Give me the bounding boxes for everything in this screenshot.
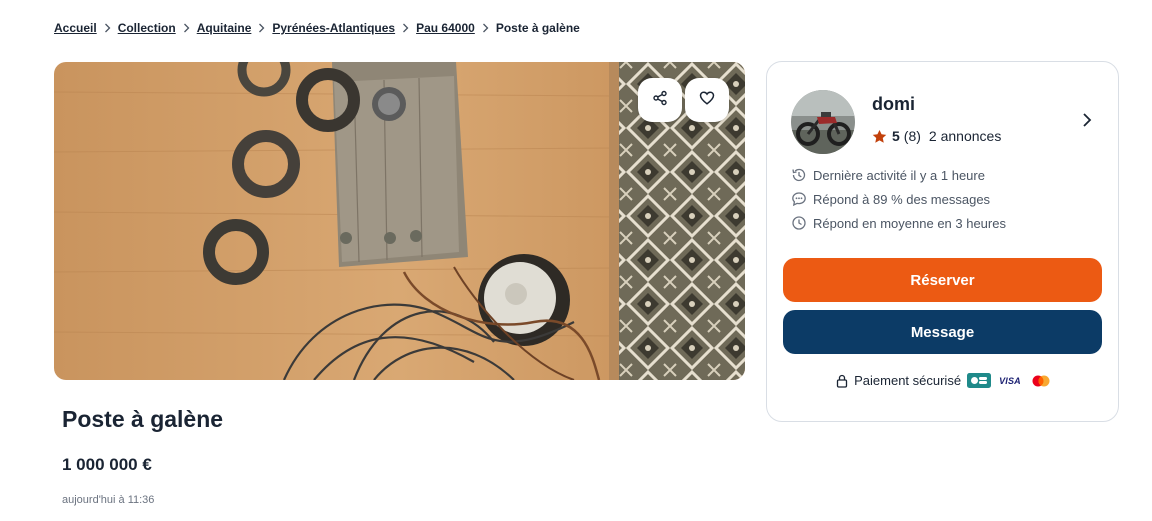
breadcrumb: Accueil Collection Aquitaine Pyrénées-At… — [54, 21, 580, 35]
seller-last-activity: Dernière activité il y a 1 heure — [791, 167, 985, 183]
chevron-right-icon — [1082, 112, 1092, 133]
share-button[interactable] — [638, 78, 682, 122]
chat-bubble-icon — [791, 191, 807, 207]
rating-score: 5 — [892, 128, 900, 144]
star-icon — [872, 129, 887, 144]
last-activity-text: Dernière activité il y a 1 heure — [813, 167, 985, 183]
rating-count: (8) — [903, 128, 921, 144]
favorite-button[interactable] — [685, 78, 729, 122]
listing-date: aujourd'hui à 11:36 — [62, 494, 155, 506]
listing-title: Poste à galène — [62, 406, 224, 432]
breadcrumb-link-department[interactable]: Pyrénées-Atlantiques — [272, 21, 395, 35]
breadcrumb-current: Poste à galène — [495, 21, 580, 35]
chevron-right-icon — [183, 23, 190, 33]
secure-payment-label: Paiement sécurisé — [854, 373, 962, 388]
visa-logo: VISA — [999, 375, 1021, 386]
cb-card-icon — [967, 373, 992, 388]
seller-response-rate: Répond à 89 % des messages — [791, 191, 990, 207]
heart-icon — [699, 90, 715, 111]
chevron-right-icon — [482, 23, 489, 33]
history-icon — [791, 167, 807, 183]
lock-icon — [836, 374, 848, 388]
listing-price: 1 000 000 € — [62, 455, 152, 474]
secure-payment: Paiement sécurisé VISA — [767, 373, 1120, 388]
breadcrumb-link-city[interactable]: Pau 64000 — [416, 21, 475, 35]
seller-name: domi — [872, 94, 915, 114]
seller-rating: 5 (8) 2 annonces — [872, 128, 1001, 144]
chevron-right-icon — [402, 23, 409, 33]
seller-profile-link[interactable]: domi 5 (8) 2 annonces — [791, 90, 1096, 154]
seller-card: domi 5 (8) 2 annonces Dernière activité … — [766, 61, 1119, 422]
response-rate-text: Répond à 89 % des messages — [813, 191, 991, 207]
breadcrumb-link-region[interactable]: Aquitaine — [197, 21, 252, 35]
chevron-right-icon — [258, 23, 265, 33]
breadcrumb-link-category[interactable]: Collection — [118, 21, 176, 35]
breadcrumb-link-home[interactable]: Accueil — [54, 21, 97, 35]
clock-icon — [791, 215, 807, 231]
seller-response-time: Répond en moyenne en 3 heures — [791, 215, 1006, 231]
reserve-button[interactable]: Réserver — [783, 258, 1102, 302]
response-time-text: Répond en moyenne en 3 heures — [813, 215, 1006, 231]
mastercard-icon — [1031, 375, 1051, 387]
listing-photo[interactable] — [54, 62, 745, 380]
seller-listings-count: 2 annonces — [928, 128, 1002, 144]
chevron-right-icon — [104, 23, 111, 33]
share-icon — [652, 90, 668, 111]
message-button[interactable]: Message — [783, 310, 1102, 354]
avatar — [791, 90, 855, 154]
